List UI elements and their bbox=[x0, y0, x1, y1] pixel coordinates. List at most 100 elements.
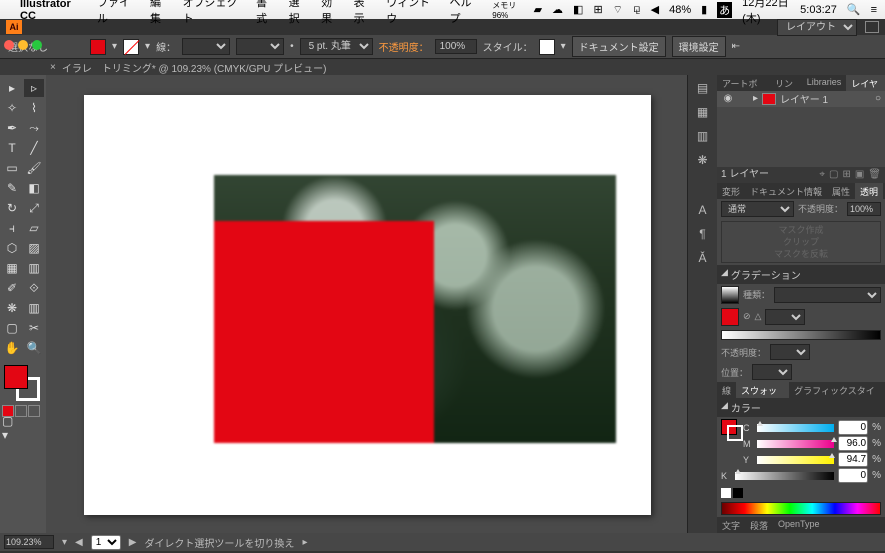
tab-opentype[interactable]: OpenType bbox=[773, 517, 825, 533]
tab-transparency[interactable]: 透明 bbox=[855, 183, 883, 199]
make-mask[interactable]: マスク作成 bbox=[724, 224, 878, 236]
artboard-nav[interactable]: 1 bbox=[91, 535, 121, 550]
wifi-icon[interactable]: ⌔ bbox=[613, 3, 623, 17]
menu-select[interactable]: 選択 bbox=[289, 0, 310, 26]
red-rectangle[interactable] bbox=[214, 221, 434, 443]
menu-edit[interactable]: 編集 bbox=[150, 0, 171, 26]
symbols-icon[interactable]: ❋ bbox=[694, 151, 712, 169]
new-layer-icon[interactable]: ▣ bbox=[855, 167, 864, 183]
tab-links[interactable]: リンク bbox=[770, 75, 802, 91]
placed-image[interactable] bbox=[214, 175, 616, 443]
document-tab-title[interactable]: イラレ トリミング* @ 109.23% (CMYK/GPU プレビュー) bbox=[62, 60, 327, 75]
stroke-swatch[interactable] bbox=[123, 39, 139, 55]
brush-select[interactable]: 5 pt. 丸筆 bbox=[300, 38, 373, 55]
menu-help[interactable]: ヘルプ bbox=[449, 0, 480, 26]
ime-icon[interactable]: あ bbox=[717, 2, 732, 18]
gradient-tool[interactable]: ▥ bbox=[24, 259, 44, 277]
black-value[interactable] bbox=[838, 468, 868, 483]
tab-swatches[interactable]: スウォッチ bbox=[736, 382, 789, 398]
nav-next-icon[interactable]: ▶ bbox=[129, 537, 137, 548]
libraries-icon[interactable]: ▦ bbox=[694, 103, 712, 121]
selection-tool[interactable]: ▸ bbox=[2, 79, 22, 97]
pen-tool[interactable]: ✒ bbox=[2, 119, 22, 137]
width-tool[interactable]: ⫞ bbox=[2, 219, 22, 237]
tab-attributes[interactable]: 属性 bbox=[827, 183, 855, 199]
zoom-window[interactable] bbox=[32, 40, 42, 50]
rectangle-tool[interactable]: ▭ bbox=[2, 159, 22, 177]
direct-selection-tool[interactable]: ▹ bbox=[24, 79, 44, 97]
zoom-tool[interactable]: 🔍 bbox=[24, 339, 44, 357]
eraser-tool[interactable]: ◧ bbox=[24, 179, 44, 197]
gradient-preview[interactable] bbox=[721, 286, 739, 304]
glyphs-icon[interactable]: Ǎ bbox=[694, 249, 712, 267]
paragraph-icon[interactable]: ¶ bbox=[694, 225, 712, 243]
menu-view[interactable]: 表示 bbox=[354, 0, 375, 26]
preferences-button[interactable]: 環境設定 bbox=[672, 36, 726, 57]
volume-icon[interactable]: ◀︎ bbox=[651, 3, 659, 16]
paintbrush-tool[interactable]: 🖌 bbox=[24, 159, 44, 177]
menu-type[interactable]: 書式 bbox=[256, 0, 277, 26]
free-transform-tool[interactable]: ▱ bbox=[24, 219, 44, 237]
stroke-proxy[interactable] bbox=[727, 425, 743, 441]
cyan-value[interactable] bbox=[838, 420, 868, 435]
tab-paragraph[interactable]: 段落 bbox=[745, 517, 773, 533]
dropdown-icon[interactable]: ▾ bbox=[145, 41, 150, 52]
gradient-angle-select[interactable] bbox=[765, 309, 805, 325]
magic-wand-tool[interactable]: ✧ bbox=[2, 99, 22, 117]
clip-option[interactable]: クリップ bbox=[724, 236, 878, 248]
black-slider[interactable] bbox=[735, 472, 834, 480]
tray-icon-2[interactable]: ⊞ bbox=[593, 3, 602, 16]
nav-prev-icon[interactable]: ◀ bbox=[75, 537, 83, 548]
opacity-input[interactable] bbox=[435, 39, 477, 54]
layer-name[interactable]: レイヤー 1 bbox=[780, 91, 828, 106]
battery-pct[interactable]: 48% bbox=[669, 4, 691, 16]
bluetooth-icon[interactable]: ⚼ bbox=[633, 3, 641, 16]
workspace-select[interactable]: レイアウト bbox=[777, 19, 857, 36]
gradient-slider[interactable] bbox=[721, 330, 881, 341]
artboard-tool[interactable]: ▢ bbox=[2, 319, 22, 337]
locate-icon[interactable]: ⌖ bbox=[819, 167, 825, 183]
brushes-icon[interactable]: ▥ bbox=[694, 127, 712, 145]
tab-docinfo[interactable]: ドキュメント情報 bbox=[745, 183, 827, 199]
rotate-tool[interactable]: ↻ bbox=[2, 199, 22, 217]
line-tool[interactable]: ╱ bbox=[24, 139, 44, 157]
opacity-field[interactable] bbox=[847, 202, 881, 216]
grad-position-select[interactable] bbox=[752, 364, 792, 380]
menu-file[interactable]: ファイル bbox=[97, 0, 138, 26]
grad-opacity-select[interactable] bbox=[770, 344, 810, 360]
slice-tool[interactable]: ✂ bbox=[24, 319, 44, 337]
layer-row[interactable]: ◉ ▸ レイヤー 1 ○ bbox=[717, 91, 885, 107]
new-sublayer-icon[interactable]: ⊞ bbox=[842, 167, 850, 183]
fill-swatch[interactable] bbox=[90, 39, 106, 55]
close-tab-icon[interactable]: × bbox=[50, 62, 56, 73]
shaper-tool[interactable]: ✎ bbox=[2, 179, 22, 197]
document-setup-button[interactable]: ドキュメント設定 bbox=[572, 36, 666, 57]
battery-icon[interactable]: ▮ bbox=[701, 3, 707, 16]
close-window[interactable] bbox=[4, 40, 14, 50]
zoom-input[interactable] bbox=[4, 535, 54, 549]
target-icon[interactable]: ○ bbox=[875, 93, 881, 104]
blend-mode-select[interactable]: 通常 bbox=[721, 201, 794, 217]
stroke-profile-select[interactable] bbox=[236, 38, 284, 55]
tab-stroke[interactable]: 線 bbox=[717, 382, 736, 398]
expand-icon[interactable]: ▸ bbox=[753, 93, 758, 104]
screen-mode[interactable]: ▢ ▾ bbox=[2, 419, 22, 437]
visibility-icon[interactable]: ◉ bbox=[721, 93, 735, 104]
gradient-stop[interactable] bbox=[721, 308, 739, 326]
make-clip-icon[interactable]: ▢ bbox=[829, 167, 838, 183]
type-tool[interactable]: T bbox=[2, 139, 22, 157]
evernote-icon[interactable]: ▰ bbox=[534, 3, 542, 16]
cloud-icon[interactable]: ☁ bbox=[552, 3, 563, 16]
spotlight-icon[interactable]: 🔍 bbox=[847, 3, 861, 16]
white-swatch[interactable] bbox=[721, 488, 731, 498]
fill-stroke-control[interactable] bbox=[2, 363, 44, 401]
time[interactable]: 5:03:27 bbox=[800, 4, 837, 16]
magenta-slider[interactable] bbox=[757, 440, 834, 448]
graph-tool[interactable]: ▥ bbox=[24, 299, 44, 317]
mesh-tool[interactable]: ▦ bbox=[2, 259, 22, 277]
black-swatch[interactable] bbox=[733, 488, 743, 498]
fill-color[interactable] bbox=[4, 365, 28, 389]
perspective-tool[interactable]: ▨ bbox=[24, 239, 44, 257]
tab-graphic-styles[interactable]: グラフィックスタイル bbox=[789, 382, 885, 398]
cyan-slider[interactable] bbox=[757, 424, 834, 432]
